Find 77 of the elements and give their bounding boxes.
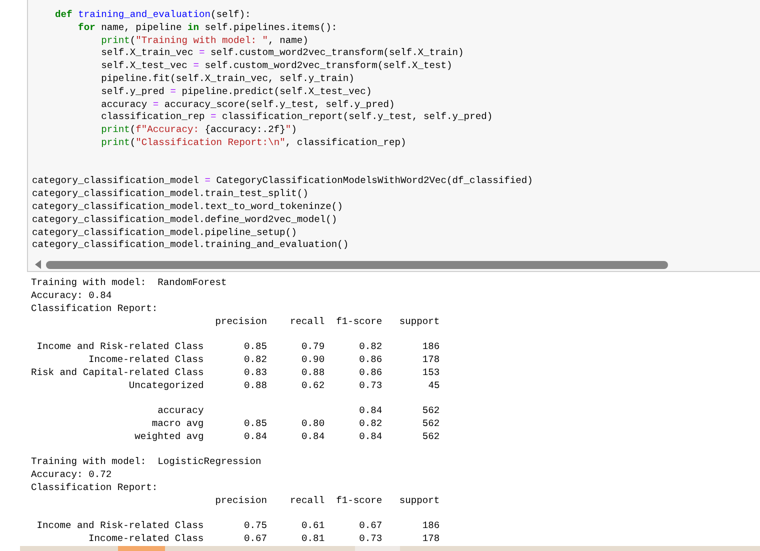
accuracy-line: Accuracy: 0.72 [31,469,112,482]
accuracy-line: Accuracy: 0.84 [31,290,112,303]
row-label: Income and Risk-related Class [36,341,204,352]
table-cell: 562 [422,418,440,429]
row-label: accuracy [158,405,204,416]
column-header: support [399,494,440,506]
row-label: Income-related Class [88,533,204,544]
column-header: recall [290,494,325,506]
column-header: precision [215,494,268,506]
table-cell: 0.82 [359,418,382,429]
table-cell: 0.84 [359,430,382,442]
row-label: weighted avg [134,430,204,442]
scroll-left-icon[interactable] [35,260,41,270]
code-line: print("Classification Report:\n", classification_rep) [100,136,406,150]
column-header: precision [215,316,268,327]
table-cell: 0.85 [244,341,268,352]
code-line: category_classification_model = CategoryClassificationModelsWithWord2Vec(df_classified) [32,175,533,188]
table-cell: 0.84 [359,405,382,416]
table-cell: 45 [428,380,440,391]
code-line: category_classification_model.pipeline_setup() [32,226,297,240]
code-line: def training_and_evaluation(self): [54,9,251,22]
table-cell: 178 [422,354,440,365]
code-line: category_classification_model.training_and_evaluation() [32,239,349,252]
column-header: f1-score [336,316,382,327]
table-cell: 562 [422,430,440,442]
row-label: Uncategorized [128,380,204,391]
code-line: classification_rep = classification_report(self.y_test, self.y_pred) [100,111,493,124]
table-cell: 0.82 [244,354,268,365]
table-cell: 0.73 [359,380,382,391]
table-cell: 0.86 [359,354,382,365]
table-cell: 0.62 [302,380,325,391]
code-line: print(f"Accuracy: {accuracy:.2f}") [100,124,297,137]
report-title: Classification Report: [31,302,158,316]
table-cell: 0.75 [244,520,268,532]
training-line: Training with model: LogisticRegression [31,456,262,470]
column-header: recall [290,316,325,327]
table-cell: 562 [422,405,440,416]
code-line: self.X_train_vec = self.custom_word2vec_transform(self.X_train) [100,47,464,60]
code-line: pipeline.fit(self.X_train_vec, self.y_train) [100,72,354,86]
code-line: category_classification_model.define_word2vec_model() [32,214,338,227]
row-label: macro avg [152,418,204,429]
code-line: accuracy = accuracy_score(self.y_test, self.y_pred) [100,98,395,112]
table-cell: 153 [422,366,440,378]
code-line: self.y_pred = pipeline.predict(self.X_test_vec) [100,86,372,99]
table-cell: 0.88 [302,366,325,378]
code-line: for name, pipeline in self.pipelines.items(): [77,22,338,35]
scrollbar-thumb[interactable] [46,260,668,269]
table-cell: 0.82 [359,341,382,352]
training-line: Training with model: RandomForest [31,277,227,290]
row-label: Income and Risk-related Class [36,520,204,532]
table-cell: 0.80 [302,418,325,429]
table-cell: 0.79 [302,341,325,352]
report-title: Classification Report: [31,482,158,495]
column-header: support [399,316,440,327]
table-cell: 0.84 [302,430,325,442]
table-cell: 0.61 [302,520,325,532]
table-cell: 0.85 [244,418,268,429]
table-cell: 0.84 [244,430,268,442]
row-label: Income-related Class [88,354,204,365]
code-line: self.X_test_vec = self.custom_word2vec_transform(self.X_test) [100,60,452,73]
table-cell: 178 [422,533,440,544]
code-line: print("Training with model: ", name) [100,34,308,48]
code-line: category_classification_model.train_test_split() [32,188,308,201]
table-cell: 0.90 [302,354,325,365]
table-cell: 0.86 [359,366,382,378]
table-cell: 0.81 [302,533,325,544]
row-label: Risk and Capital-related Class [31,366,204,378]
table-cell: 0.88 [244,380,268,391]
column-header: f1-score [336,494,382,506]
table-cell: 0.83 [244,366,268,378]
table-cell: 186 [422,520,440,532]
code-line: category_classification_model.text_to_word_tokeninze() [32,200,343,214]
table-cell: 186 [422,341,440,352]
table-cell: 0.67 [359,520,382,532]
table-cell: 0.73 [359,533,382,544]
table-cell: 0.67 [244,533,268,544]
code-cell[interactable] [27,0,760,272]
